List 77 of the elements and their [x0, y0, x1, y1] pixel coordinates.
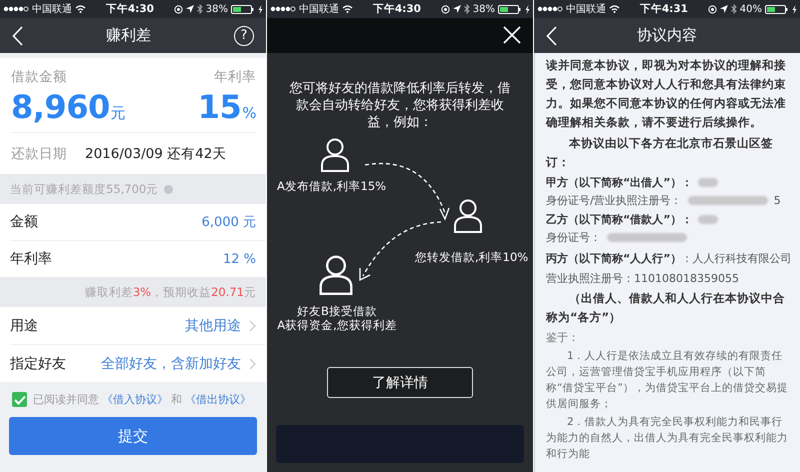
intro-text: 您可将好友的借款降低利率后转发，借款会自动转给好友，您将获得利差收益，例如：: [288, 80, 512, 131]
battery-percent: 38%: [206, 4, 228, 14]
redacted-block: [698, 215, 718, 224]
charging-icon: [258, 4, 263, 14]
wifi-icon: [342, 5, 353, 13]
person-icon: [318, 255, 354, 295]
party-field: 丙方（以下简称“人人行”）：人人行科技有限公司: [546, 252, 792, 265]
submit-button[interactable]: 提交: [9, 417, 257, 455]
profit-note: 赚取利差3%，预期收益20.71元: [84, 284, 256, 300]
status-time: 下午4:30: [372, 2, 421, 16]
info-icon: [164, 184, 174, 194]
screen-title: 赚利差: [106, 26, 151, 45]
loan-rate: 15%: [198, 88, 256, 126]
signal-icon: [537, 6, 563, 12]
option-row[interactable]: 用途 其他用途: [10, 307, 266, 345]
party-field: 营业执照注册号：110108018359055: [546, 272, 739, 285]
charging-icon: [792, 4, 797, 14]
notice-paragraph: 读并同意本协议，即视为对本协议的理解和接受，您同意本协议对人人行和您具有法律约束力。如果您不同意本协议的任何内容或无法准确理解相关条款，请不要进行后续操作。: [546, 57, 787, 131]
amount-label: 借款金额: [11, 68, 67, 86]
form-row[interactable]: 年利率 12 %: [10, 241, 266, 277]
due-date: 2016/03/09 还有42天: [85, 144, 226, 162]
option-row[interactable]: 指定好友 全部好友，含新加好友: [10, 345, 266, 382]
status-time: 下午4:30: [106, 2, 154, 16]
carrier-name: 中国联通: [299, 2, 339, 16]
wifi-icon: [609, 5, 620, 13]
quota-note: 当前可赚利差额度55,700元: [10, 182, 158, 196]
agreement-link[interactable]: 《借入协议》: [102, 392, 168, 407]
signal-icon: [270, 6, 296, 12]
step-caption: A发布借款,利率15%: [277, 179, 386, 193]
agreement-checkbox[interactable]: [12, 392, 27, 407]
close-icon[interactable]: [503, 26, 521, 44]
bluetooth-icon: [196, 4, 203, 14]
party-field: 身份证号：: [546, 230, 601, 245]
heading-paragraph: 本协议由以下各方在北京市石景山区签订：: [546, 135, 774, 171]
chevron-icon: [249, 320, 256, 332]
battery-icon: [498, 4, 522, 14]
person-icon: [453, 199, 483, 233]
location-icon: [720, 5, 728, 13]
location-icon: [186, 5, 194, 13]
party-field: 甲方（以下简称“出借人”）：: [546, 175, 692, 190]
section-label: 鉴于：: [546, 330, 580, 346]
back-icon[interactable]: [12, 26, 23, 46]
agreement-link[interactable]: 《借出协议》: [185, 392, 251, 407]
step-caption: 您转发借款,利率10%: [415, 250, 528, 264]
conjunction-text: 和: [171, 392, 182, 407]
form-row[interactable]: 金额 6,000 元: [10, 204, 266, 241]
wifi-icon: [75, 5, 86, 13]
carrier-name: 中国联通: [566, 2, 606, 16]
status-time: 下午4:31: [640, 2, 688, 16]
due-label: 还款日期: [11, 144, 67, 162]
redacted-block: [698, 178, 718, 187]
agreement-text: 已阅读并同意: [33, 392, 99, 407]
clause-paragraph: 2．借款人为具有完全民事权利能力和民事行为能力的自然人，出借人为具有完全民事权利能力和行为能: [546, 415, 789, 462]
loan-amount: 8,960元: [11, 88, 126, 126]
battery-percent: 40%: [740, 4, 762, 14]
party-field: 身份证号/营业执照注册号：: [546, 193, 682, 208]
step-caption: 好友B接受借款 A获得资金,您获得利差: [276, 304, 398, 332]
charging-icon: [524, 4, 530, 14]
battery-icon: [230, 4, 255, 14]
party-field: 乙方（以下简称“借款人”）：: [546, 212, 692, 227]
bluetooth-icon: [464, 4, 470, 14]
battery-percent: 38%: [472, 4, 495, 14]
location-icon: [452, 5, 461, 13]
person-icon: [320, 138, 350, 172]
chevron-icon: [249, 358, 256, 370]
bluetooth-icon: [730, 4, 737, 14]
heading-paragraph: （出借人、借款人和人人行在本协议中合称为“各方”）: [546, 290, 786, 326]
rate-label: 年利率: [214, 68, 256, 86]
signal-icon: [3, 6, 29, 12]
battery-icon: [764, 4, 789, 14]
back-icon[interactable]: [546, 26, 557, 46]
clause-paragraph: 1．人人行是依法成立且有效存续的有限责任公司，运营管理借贷宝手机应用程序（以下简称“借贷宝平台”），为借贷宝平台上的借贷交易提供居间服务；: [546, 349, 789, 412]
carrier-name: 中国联通: [32, 2, 72, 16]
screen-title: 协议内容: [637, 26, 697, 45]
help-button[interactable]: ?: [234, 26, 254, 46]
learn-more-button[interactable]: 了解详情: [327, 367, 473, 398]
party-value: 5: [774, 194, 781, 207]
